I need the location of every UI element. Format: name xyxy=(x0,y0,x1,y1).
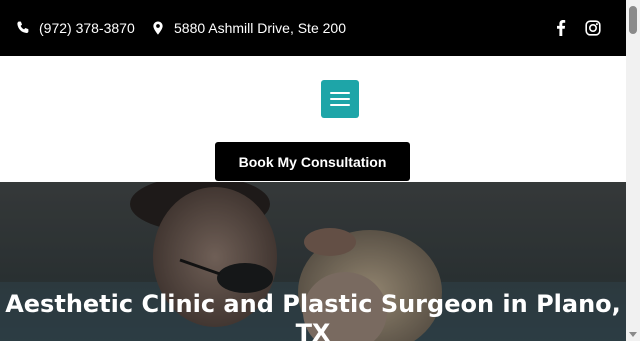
phone-icon xyxy=(17,21,29,33)
phone-number: (972) 378-3870 xyxy=(39,20,135,36)
facebook-icon xyxy=(557,20,566,36)
top-contact-bar: (972) 378-3870 5880 Ashmill Drive, Ste 2… xyxy=(0,0,626,56)
scrollbar-thumb[interactable] xyxy=(629,6,637,34)
page-scrollbar[interactable] xyxy=(626,0,640,341)
site-header: Book My Consultation xyxy=(0,56,626,182)
hero-title: Aesthetic Clinic and Plastic Surgeon in … xyxy=(5,290,621,341)
page: (972) 378-3870 5880 Ashmill Drive, Ste 2… xyxy=(0,0,640,341)
scroll-down-arrow-icon[interactable] xyxy=(629,330,637,338)
menu-toggle-button[interactable] xyxy=(321,80,359,118)
hero-section: Aesthetic Clinic and Plastic Surgeon in … xyxy=(0,182,626,341)
hamburger-icon xyxy=(330,92,350,106)
instagram-link[interactable] xyxy=(585,20,601,36)
phone-link[interactable]: (972) 378-3870 xyxy=(16,0,135,56)
book-consultation-button[interactable]: Book My Consultation xyxy=(215,142,410,181)
facebook-link[interactable] xyxy=(553,20,569,36)
address-link[interactable]: 5880 Ashmill Drive, Ste 200 xyxy=(151,0,346,56)
map-marker-icon xyxy=(153,21,163,35)
instagram-icon xyxy=(585,20,601,36)
address-text: 5880 Ashmill Drive, Ste 200 xyxy=(174,20,346,36)
